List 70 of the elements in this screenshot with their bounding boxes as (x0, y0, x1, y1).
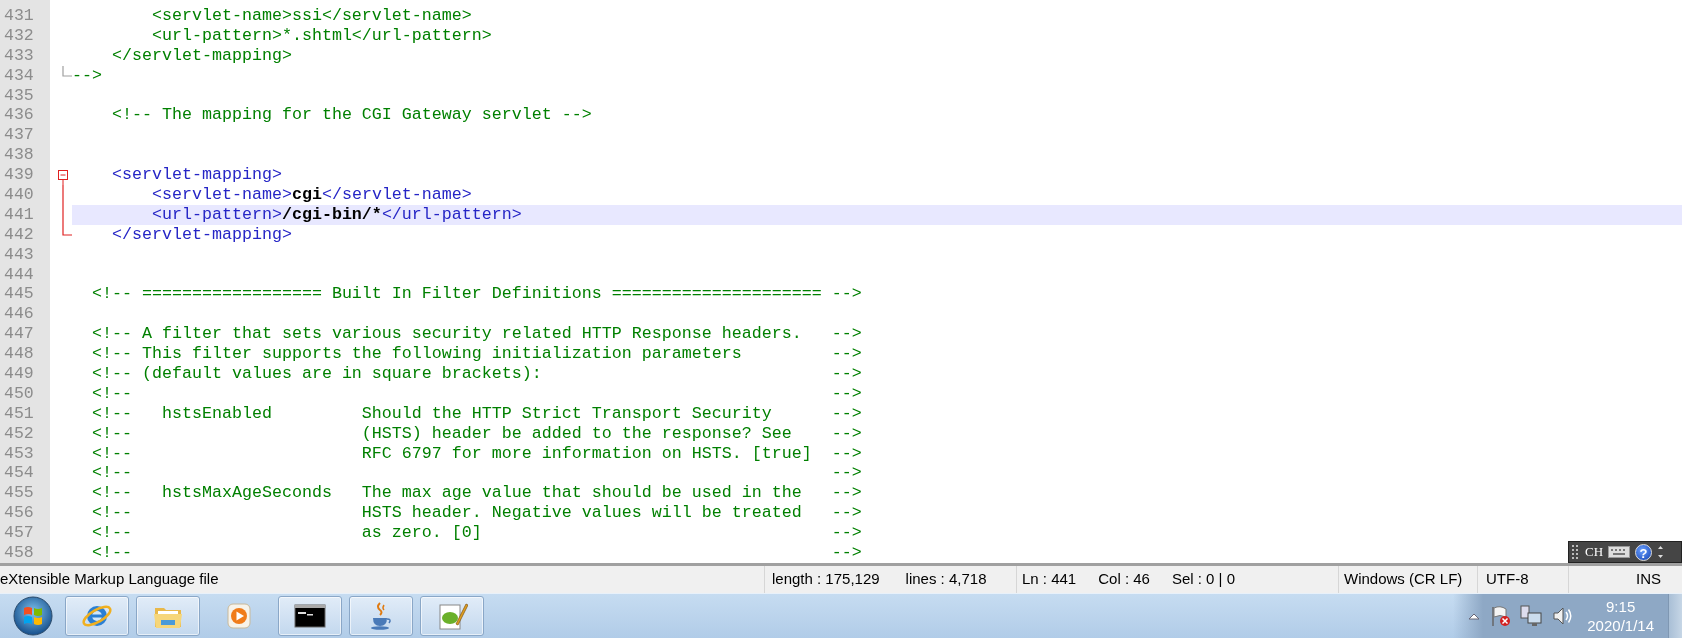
code-line: <!-- A filter that sets various security related HTTP Response headers. --> (91, 324, 862, 345)
line-number: 442 (3, 224, 35, 245)
line-number: 439 (3, 165, 35, 185)
line-number: 457 (3, 523, 35, 544)
line-number: 443 (3, 244, 35, 265)
line-number: 437 (3, 125, 35, 146)
line-number: 449 (3, 364, 35, 384)
language-indicator[interactable]: CH (1585, 542, 1604, 562)
code-line: <!-- ================== Built In Filter Definitions ===================== --> (91, 284, 862, 305)
code-line: </servlet-mapping> (110, 45, 292, 66)
code-line: <!-- HSTS header. Negative values will be treated --> (91, 503, 862, 524)
line-number: 450 (3, 383, 35, 404)
line-position-label: Ln : 441 (1022, 569, 1077, 590)
collapse-icon[interactable] (58, 170, 68, 186)
line-number: 448 (3, 344, 35, 365)
code-line: <!-- RFC 6797 for more information on HSTS. [true] --> (91, 443, 862, 464)
line-number: 446 (3, 304, 35, 325)
line-number: 434 (3, 65, 35, 86)
code-line: <!-- This filter supports the following initialization parameters --> (91, 344, 862, 365)
line-number: 445 (3, 284, 35, 305)
code-line: <servlet-mapping> (110, 165, 282, 185)
network-icon[interactable] (1519, 604, 1544, 628)
code-line: <!-- --> (91, 383, 862, 404)
code-line: <!-- --> (91, 463, 862, 484)
code-line: --> (72, 65, 102, 86)
clock-time[interactable]: 9:15 (1587, 597, 1654, 616)
line-number: 454 (3, 463, 35, 484)
code-line: <servlet-name>cgi</servlet-name> (150, 185, 472, 205)
line-number: 452 (3, 423, 35, 444)
line-number: 438 (3, 145, 35, 166)
code-line: </servlet-mapping> (110, 224, 292, 245)
code-line: <servlet-name>ssi</servlet-name> (150, 6, 472, 26)
line-number: 436 (3, 105, 35, 126)
code-line: <!-- hstsEnabled Should the HTTP Strict Transport Security --> (91, 403, 862, 424)
file-type-label: eXtensible Markup Language file (0, 569, 219, 590)
help-button[interactable]: ? (1635, 543, 1653, 561)
line-number: 455 (3, 483, 35, 504)
keyboard-icon[interactable] (1608, 546, 1631, 558)
line-number: 433 (3, 45, 35, 66)
code-line: <!-- as zero. [0] --> (91, 523, 862, 544)
line-number: 456 (3, 503, 35, 524)
line-number: 444 (3, 264, 35, 285)
insert-mode-label: INS (1636, 569, 1661, 590)
line-number: 453 (3, 443, 35, 464)
code-line: <url-pattern>*.shtml</url-pattern> (150, 25, 492, 46)
options-icon[interactable] (1657, 544, 1665, 560)
code-line: <!-- (default values are in square brackets): --> (91, 364, 862, 384)
line-number: 447 (3, 324, 35, 345)
code-line: <!-- The mapping for the CGI Gateway servlet --> (110, 105, 592, 126)
lines-count-label: lines : 4,718 (905, 569, 987, 590)
grip-icon[interactable] (1572, 544, 1580, 560)
line-number: 435 (3, 85, 35, 106)
code-line: <!-- (HSTS) header be added to the response? See --> (91, 423, 862, 444)
length-label: length : 175,129 (772, 569, 880, 590)
line-ending-label: Windows (CR LF) (1344, 569, 1463, 590)
code-line: <!-- hstsMaxAgeSeconds The max age value that should be used in the --> (91, 483, 862, 504)
clock-date[interactable]: 2020/1/14 (1587, 616, 1654, 635)
line-number: 440 (3, 185, 35, 205)
code-line: <!-- --> (91, 543, 862, 563)
encoding-label: UTF-8 (1486, 569, 1529, 590)
column-position-label: Col : 46 (1098, 569, 1150, 590)
selection-label: Sel : 0 | 0 (1171, 569, 1236, 590)
show-hidden-icons-button[interactable] (1467, 611, 1482, 621)
taskbar-button[interactable] (278, 596, 342, 636)
line-number: 432 (3, 25, 35, 46)
line-number: 451 (3, 403, 35, 424)
flag-warning-icon[interactable] (1489, 604, 1512, 628)
line-number: 441 (3, 204, 35, 225)
line-number: 431 (3, 6, 35, 26)
line-number: 458 (3, 543, 35, 563)
